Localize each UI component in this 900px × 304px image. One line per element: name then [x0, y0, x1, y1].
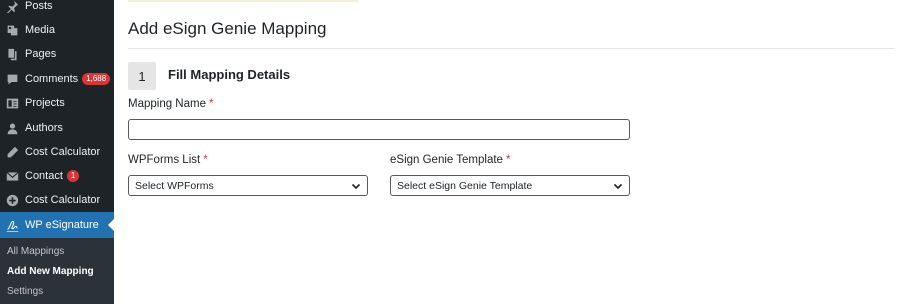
sidebar-item-label: Contact: [25, 170, 63, 182]
chevron-down-icon: [351, 181, 361, 191]
sidebar-item-label: Media: [25, 24, 55, 36]
esign-template-select-value: Select eSign Genie Template: [397, 179, 533, 192]
mail-icon: [5, 169, 19, 183]
mapping-name-label-text: Mapping Name: [128, 98, 206, 110]
step-number: 1: [128, 62, 156, 90]
portfolio-icon: [5, 96, 19, 110]
sidebar-item-label: Pages: [25, 48, 57, 60]
esign-template-label: eSign Genie Template *: [390, 154, 510, 166]
mapping-name-label: Mapping Name *: [128, 98, 213, 110]
wpforms-list-label-text: WPForms List: [128, 154, 201, 166]
page-title: Add eSign Genie Mapping: [128, 19, 327, 38]
sidebar-item-authors[interactable]: Authors: [0, 116, 114, 140]
sidebar-item-label: Cost Calculator: [25, 146, 101, 158]
esign-template-label-text: eSign Genie Template: [390, 154, 503, 166]
sidebar-item-posts[interactable]: Posts: [0, 0, 114, 18]
title-divider: [128, 48, 894, 49]
comments-count-badge: 1,688: [82, 73, 111, 85]
step-title: Fill Mapping Details: [168, 67, 291, 82]
chevron-down-icon: [613, 181, 623, 191]
pencil-icon: [5, 145, 19, 159]
sidebar-item-label: Cost Calculator: [25, 194, 101, 206]
media-icon: [5, 23, 19, 37]
wpforms-list-select[interactable]: Select WPForms: [128, 175, 368, 196]
required-marker: *: [203, 154, 208, 166]
esign-template-select[interactable]: Select eSign Genie Template: [390, 175, 630, 196]
sidebar-item-comments[interactable]: Comments 1,688: [0, 67, 114, 91]
sidebar-item-label: Posts: [25, 0, 53, 12]
sidebar-item-label: WP eSignature: [25, 219, 99, 231]
sidebar-item-wp-esignature[interactable]: WP eSignature: [0, 212, 114, 238]
sidebar-item-label: Authors: [25, 122, 63, 134]
sidebar-item-label: Projects: [25, 97, 65, 109]
required-marker: *: [208, 98, 214, 110]
contact-count-badge: 1: [66, 170, 80, 182]
submenu-item-settings[interactable]: Settings: [7, 286, 43, 297]
mapping-name-input[interactable]: [128, 119, 630, 140]
user-icon: [5, 121, 19, 135]
submenu-item-all-mappings[interactable]: All Mappings: [7, 246, 64, 257]
wpforms-list-label: WPForms List *: [128, 154, 208, 166]
sidebar-item-contact[interactable]: Contact 1: [0, 164, 114, 188]
sidebar-item-media[interactable]: Media: [0, 18, 114, 42]
sidebar-item-projects[interactable]: Projects: [0, 91, 114, 115]
pages-icon: [5, 47, 19, 61]
active-menu-arrow: [108, 219, 114, 231]
admin-sidebar: Posts Media Pages Comments 1,688 Project…: [0, 0, 114, 304]
required-marker: *: [505, 154, 511, 166]
sidebar-item-cost-calculator[interactable]: Cost Calculator: [0, 140, 114, 164]
plus-circle-icon: [5, 193, 19, 207]
wp-esignature-submenu: All Mappings Add New Mapping Settings: [0, 238, 114, 304]
wpforms-select-value: Select WPForms: [135, 179, 214, 192]
notice-strip: [128, 0, 358, 2]
submenu-item-add-new-mapping[interactable]: Add New Mapping: [7, 266, 94, 277]
comment-icon: [5, 72, 19, 86]
signature-icon: [5, 218, 19, 232]
sidebar-item-cost-calculator-2[interactable]: Cost Calculator: [0, 188, 114, 212]
sidebar-item-label: Comments: [25, 73, 79, 85]
sidebar-item-pages[interactable]: Pages: [0, 42, 114, 66]
pin-icon: [5, 0, 19, 13]
